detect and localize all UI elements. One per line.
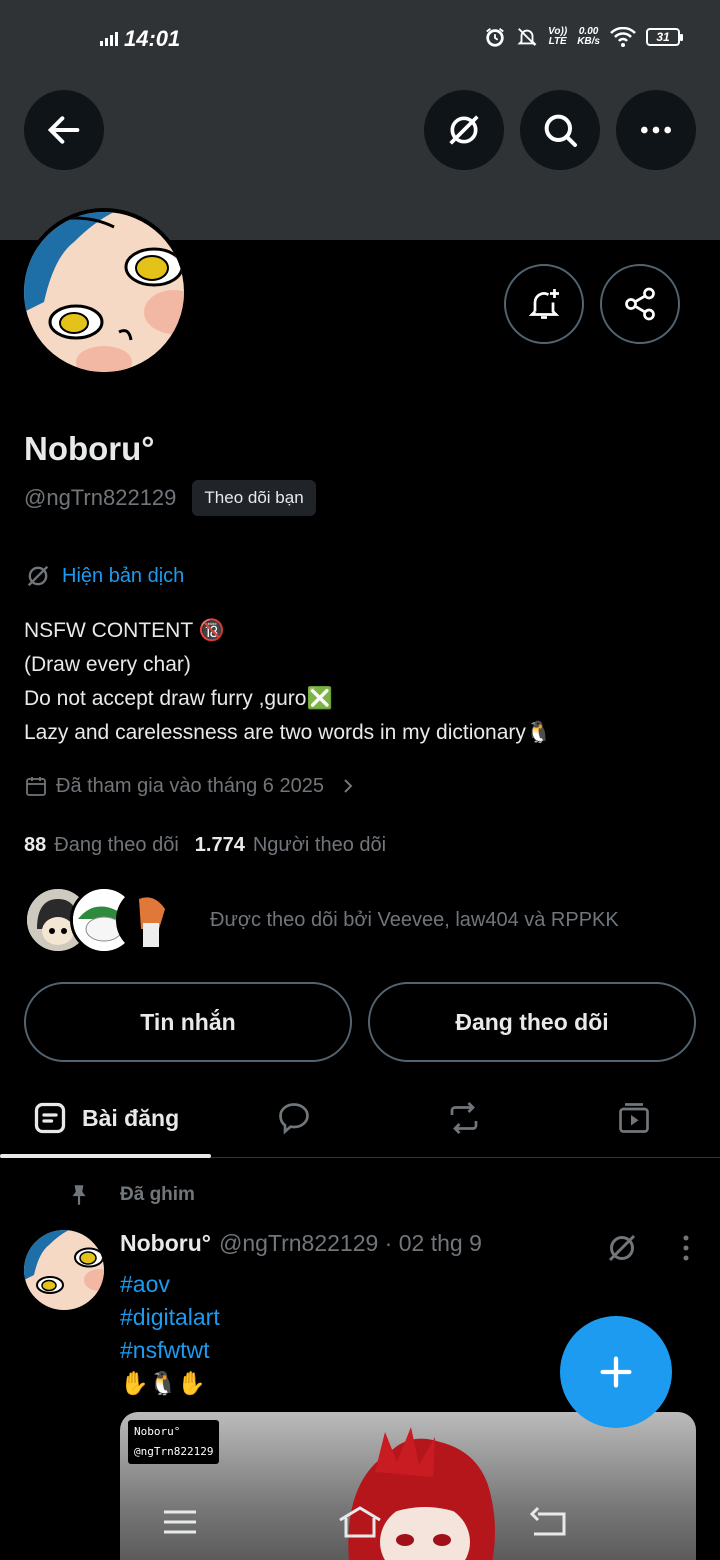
- share-button[interactable]: [600, 264, 680, 344]
- repost-icon: [450, 1102, 478, 1134]
- back-nav-icon[interactable]: [524, 1502, 572, 1542]
- post-author-name[interactable]: Noboru°: [120, 1230, 211, 1257]
- tab-replies[interactable]: [276, 1078, 312, 1158]
- clock: 14:01: [124, 26, 181, 51]
- profile-avatar[interactable]: [20, 208, 188, 376]
- bio-line: Do not accept draw furry ,guro❎: [24, 687, 333, 710]
- message-button[interactable]: Tin nhắn: [24, 982, 352, 1062]
- translate-label: Hiện bản dịch: [62, 564, 185, 587]
- hashtag-link[interactable]: #digitalart: [120, 1301, 220, 1334]
- net-speed: 0.00 KB/s: [577, 26, 600, 47]
- hashtag-link[interactable]: #nsfwtwt: [120, 1334, 220, 1367]
- bell-off-icon: [517, 28, 537, 46]
- bio: NSFW CONTENT 🔞 (Draw every char) Do not …: [24, 614, 552, 750]
- compose-button[interactable]: [560, 1316, 672, 1428]
- notify-button[interactable]: [504, 264, 584, 344]
- pinned-text: Đã ghim: [120, 1184, 195, 1205]
- plus-icon: [600, 1356, 632, 1388]
- post-meta: @ngTrn822129 · 02 thg 9: [218, 1230, 482, 1256]
- post-author-avatar[interactable]: [24, 1230, 104, 1310]
- signal-icon: [100, 32, 118, 46]
- bio-line: (Draw every char): [24, 653, 191, 676]
- pin-icon: [72, 1185, 86, 1205]
- display-name: Noboru°: [24, 430, 155, 467]
- tab-reposts[interactable]: [446, 1078, 482, 1158]
- status-bar: 14:01 Vo)) LTE 0.00 KB/s 31: [0, 22, 720, 58]
- following-stat[interactable]: 88 Đang theo dõi: [24, 834, 179, 857]
- media-icon: [619, 1103, 649, 1133]
- follows-you-badge: Theo dõi bạn: [192, 480, 316, 516]
- menu-icon[interactable]: [156, 1502, 204, 1542]
- avatar-illustration: [24, 1230, 104, 1310]
- handle: @ngTrn822129: [24, 485, 177, 510]
- grok-icon[interactable]: [604, 1230, 640, 1266]
- pinned-label: Đã ghim: [66, 1182, 195, 1208]
- bell-plus-icon: [528, 289, 560, 319]
- tab-posts[interactable]: Bài đăng: [32, 1078, 179, 1158]
- grok-icon: [449, 115, 479, 145]
- search-icon: [544, 114, 577, 147]
- system-nav-bar: [0, 1488, 720, 1560]
- follower-avatar: [116, 886, 184, 954]
- tab-posts-label: Bài đăng: [82, 1104, 180, 1131]
- bio-line: NSFW CONTENT 🔞: [24, 619, 225, 642]
- reply-icon: [279, 1103, 309, 1135]
- bio-line: Lazy and carelessness are two words in m…: [24, 721, 553, 744]
- joined-date[interactable]: Đã tham gia vào tháng 6 2025: [24, 774, 360, 798]
- show-translation-link[interactable]: Hiện bản dịch: [24, 562, 184, 590]
- more-vertical-icon[interactable]: [680, 1233, 692, 1263]
- share-icon: [625, 287, 655, 321]
- profile-tabs: Bài đăng: [0, 1078, 720, 1158]
- grok-button[interactable]: [424, 90, 504, 170]
- battery-icon: 31: [646, 28, 683, 46]
- search-button[interactable]: [520, 90, 600, 170]
- post-header: Noboru° @ngTrn822129 · 02 thg 9: [120, 1230, 482, 1257]
- tab-media[interactable]: [616, 1078, 652, 1158]
- wifi-icon: [610, 27, 636, 47]
- following-button[interactable]: Đang theo dõi: [368, 982, 696, 1062]
- followed-by-text: Được theo dõi bởi Veevee, law404 và RPPK…: [210, 908, 619, 931]
- emoji-line: ✋🐧✋: [120, 1370, 206, 1396]
- avatar-illustration: [24, 212, 184, 372]
- chevron-right-icon: [344, 779, 353, 793]
- post-text: #aov #digitalart #nsfwtwt ✋🐧✋: [120, 1268, 220, 1400]
- volte-indicator: Vo)) LTE: [548, 26, 568, 47]
- more-button[interactable]: [616, 90, 696, 170]
- home-icon[interactable]: [336, 1502, 384, 1542]
- followers-stat[interactable]: 1.774 Người theo dõi: [195, 834, 386, 857]
- active-tab-indicator: [0, 1154, 211, 1158]
- followed-by[interactable]: Được theo dõi bởi Veevee, law404 và RPPK…: [24, 886, 619, 954]
- posts-icon: [34, 1102, 66, 1134]
- grok-icon: [27, 565, 49, 587]
- hashtag-link[interactable]: #aov: [120, 1268, 220, 1301]
- calendar-icon: [26, 777, 46, 796]
- alarm-icon: [486, 28, 504, 47]
- joined-label: Đã tham gia vào tháng 6 2025: [56, 774, 324, 797]
- arrow-left-icon: [47, 116, 80, 144]
- back-button[interactable]: [24, 90, 104, 170]
- more-horizontal-icon: [641, 126, 671, 134]
